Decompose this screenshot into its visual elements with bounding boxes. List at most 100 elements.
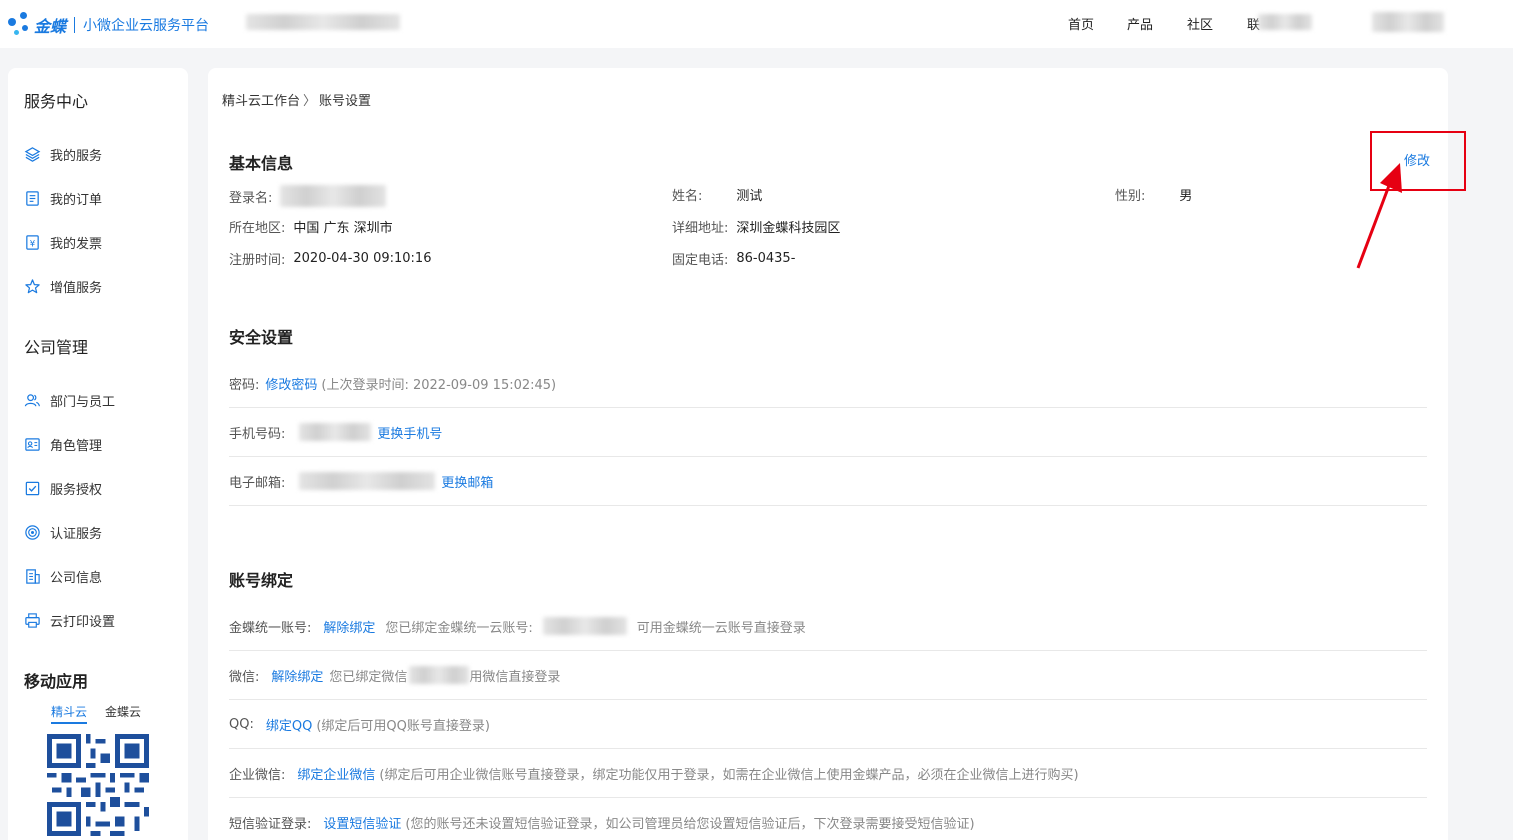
- sidebar-item-value-added[interactable]: 增值服务: [24, 277, 102, 296]
- kingdee-login-note: 可用金蝶统一云账号直接登录: [636, 620, 806, 636]
- sidebar-item-label: 角色管理: [50, 439, 103, 454]
- change-mobile-link[interactable]: 更换手机号: [377, 423, 442, 442]
- field-label: 性别:: [1115, 189, 1146, 204]
- redacted-nav-text: [1258, 14, 1312, 30]
- field-landline: 固定电话: 86-0435-: [672, 249, 795, 268]
- row-wework: 企业微信: 绑定企业微信 (绑定后可用企业微信账号直接登录，绑定功能仅用于登录，…: [229, 749, 1427, 798]
- row-kingdee-account: 金蝶统一账号: 解除绑定 您已绑定金蝶统一云账号: 可用金蝶统一云账号直接登录: [229, 602, 1427, 651]
- qq-note: (绑定后可用QQ账号直接登录): [316, 718, 490, 734]
- field-value: 测试: [736, 189, 763, 204]
- field-gender: 性别: 男: [1115, 185, 1192, 204]
- field-label: 固定电话:: [672, 253, 729, 268]
- row-label: 密码:: [229, 377, 260, 393]
- last-login-note: (上次登录时间: 2022-09-09 15:02:45): [321, 377, 557, 393]
- building-icon: [26, 569, 40, 584]
- field-region: 所在地区: 中国 广东 深圳市: [229, 217, 393, 236]
- sidebar-item-label: 我的订单: [50, 193, 103, 208]
- row-label: 短信验证登录:: [229, 816, 312, 832]
- row-label: 金蝶统一账号:: [229, 620, 312, 636]
- change-email-link[interactable]: 更换邮箱: [441, 472, 493, 491]
- row-label: 电子邮箱:: [229, 475, 286, 491]
- unbind-wechat-link[interactable]: 解除绑定: [271, 666, 323, 685]
- nav-community[interactable]: 社区: [1187, 14, 1213, 33]
- sidebar-item-label: 服务授权: [50, 483, 103, 498]
- tab-jingdouyun[interactable]: 精斗云: [51, 703, 88, 724]
- top-header: 金蝶 小微企业云服务平台 首页 产品 社区 联: [0, 0, 1513, 48]
- field-value: 男: [1179, 189, 1193, 204]
- invoice-icon: ¥: [26, 235, 39, 250]
- sidebar-item-my-invoices[interactable]: ¥ 我的发票: [24, 233, 102, 252]
- redacted-login-name: [280, 185, 387, 207]
- sidebar-item-label: 认证服务: [50, 527, 103, 542]
- sidebar-item-label: 增值服务: [50, 281, 103, 296]
- sidebar-item-cloud-print[interactable]: 云打印设置: [24, 611, 115, 630]
- unbind-kingdee-link[interactable]: 解除绑定: [323, 617, 375, 636]
- kingdee-bound-note: 您已绑定金蝶统一云账号:: [385, 620, 533, 636]
- red-arrow-icon: [1356, 163, 1402, 269]
- field-name: 姓名: 测试: [672, 185, 762, 204]
- redacted-kingdee-account: [542, 617, 627, 635]
- sidebar-item-label: 我的服务: [50, 149, 103, 164]
- field-value: 中国 广东 深圳市: [293, 221, 393, 236]
- qr-code-icon: [47, 734, 149, 836]
- bind-qq-link[interactable]: 绑定QQ: [266, 715, 312, 734]
- row-sms-login: 短信验证登录: 设置短信验证 (您的账号还未设置短信验证登录，如公司管理员给您设…: [229, 798, 1427, 840]
- field-label: 姓名:: [672, 189, 703, 204]
- redacted-user-name[interactable]: [1372, 12, 1444, 32]
- sidebar-item-label: 公司信息: [50, 571, 103, 586]
- row-label: 手机号码:: [229, 426, 286, 442]
- field-value: 深圳金蝶科技园区: [736, 221, 841, 236]
- users-icon: [24, 394, 40, 407]
- id-card-icon: [25, 438, 40, 451]
- breadcrumb-root[interactable]: 精斗云工作台: [222, 94, 300, 109]
- sidebar: 服务中心 我的服务 我的订单 ¥ 我的发票 增值服务 公司管理 部门与员工 角色…: [8, 68, 188, 840]
- printer-icon: [25, 613, 40, 628]
- sidebar-item-roles[interactable]: 角色管理: [24, 435, 102, 454]
- row-label: QQ:: [229, 716, 254, 732]
- chevron-right-icon: 〉: [303, 94, 317, 109]
- checkbox-icon: [25, 481, 40, 496]
- mobile-app-tabs: 精斗云 金蝶云: [51, 703, 141, 724]
- breadcrumb: 精斗云工作台〉账号设置: [222, 90, 371, 109]
- field-value: 2020-04-30 09:10:16: [293, 251, 432, 266]
- field-label: 注册时间:: [229, 253, 286, 268]
- row-wechat: 微信: 解除绑定 您已绑定微信 用微信直接登录: [229, 651, 1427, 700]
- field-label: 所在地区:: [229, 221, 286, 236]
- sidebar-section-mobile-app: 移动应用: [24, 672, 89, 691]
- sidebar-item-company-info[interactable]: 公司信息: [24, 567, 102, 586]
- field-value: 86-0435-: [736, 251, 796, 266]
- section-title-binding: 账号绑定: [229, 571, 294, 590]
- sidebar-item-label: 云打印设置: [50, 615, 116, 630]
- target-icon: [25, 525, 40, 540]
- sidebar-item-departments[interactable]: 部门与员工: [24, 391, 115, 410]
- redacted-email: [299, 472, 436, 490]
- change-password-link[interactable]: 修改密码: [265, 374, 317, 393]
- row-label: 企业微信:: [229, 767, 286, 783]
- field-label: 登录名:: [229, 190, 273, 206]
- field-registration-time: 注册时间: 2020-04-30 09:10:16: [229, 249, 431, 268]
- row-qq: QQ: 绑定QQ (绑定后可用QQ账号直接登录): [229, 700, 1427, 749]
- sidebar-item-my-orders[interactable]: 我的订单: [24, 189, 102, 208]
- row-email: 电子邮箱: 更换邮箱: [229, 457, 1427, 506]
- wechat-login-note: 用微信直接登录: [469, 669, 561, 685]
- breadcrumb-current: 账号设置: [319, 94, 372, 109]
- main-panel: 精斗云工作台〉账号设置 基本信息 修改 登录名: 姓名: 测试 性别: 男 所在…: [208, 68, 1466, 840]
- setup-sms-link[interactable]: 设置短信验证: [323, 813, 401, 832]
- brand-logo[interactable]: 金蝶 小微企业云服务平台: [8, 10, 209, 40]
- nav-home[interactable]: 首页: [1068, 14, 1094, 33]
- bind-wework-link[interactable]: 绑定企业微信: [297, 764, 375, 783]
- nav-products[interactable]: 产品: [1127, 14, 1153, 33]
- sidebar-item-certification[interactable]: 认证服务: [24, 523, 102, 542]
- redacted-wechat-name: [409, 666, 470, 684]
- field-address: 详细地址: 深圳金蝶科技园区: [672, 217, 840, 236]
- logo-brand-text: 金蝶: [34, 17, 67, 36]
- sidebar-item-authorization[interactable]: 服务授权: [24, 479, 102, 498]
- tab-kingdee-cloud[interactable]: 金蝶云: [105, 703, 141, 724]
- section-title-security: 安全设置: [229, 328, 294, 347]
- sidebar-section-service-center: 服务中心: [24, 92, 89, 111]
- logo-dots-icon: [8, 10, 34, 40]
- wechat-bound-note: 您已绑定微信: [329, 669, 408, 685]
- sidebar-item-label: 部门与员工: [50, 395, 116, 410]
- row-mobile: 手机号码: 更换手机号: [229, 408, 1427, 457]
- sidebar-item-my-services[interactable]: 我的服务: [24, 145, 102, 164]
